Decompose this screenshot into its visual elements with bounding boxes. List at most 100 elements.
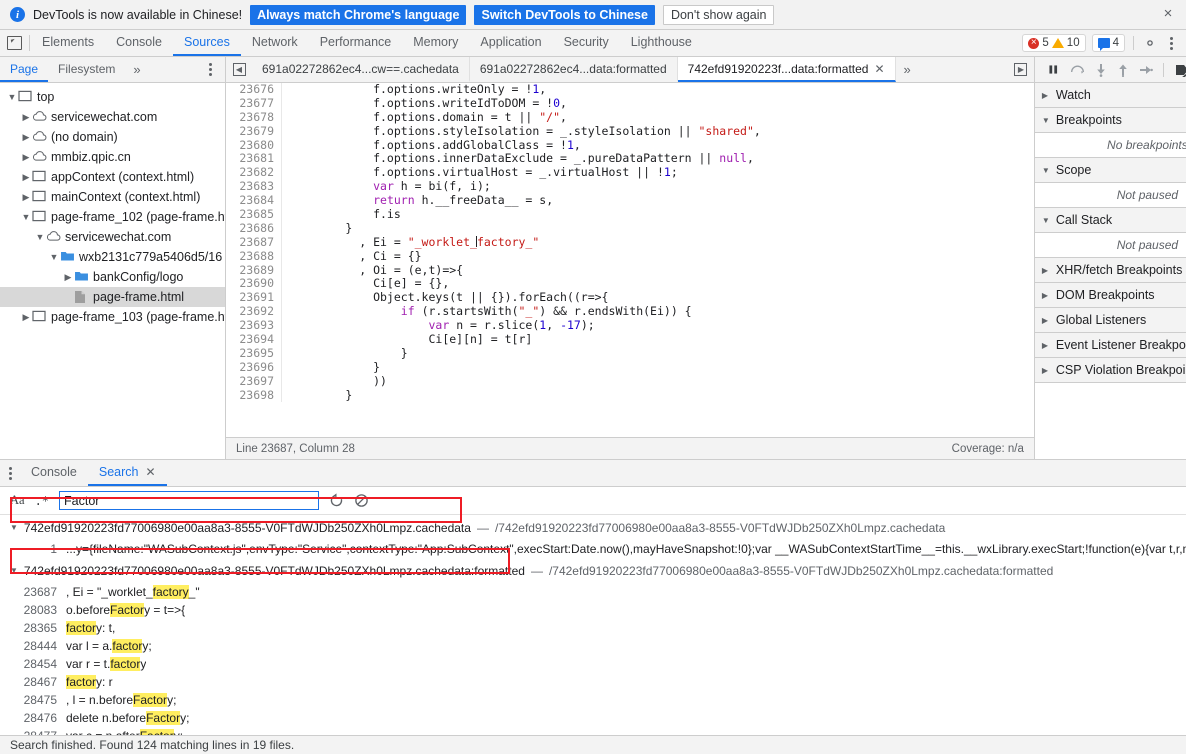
code-line[interactable]: 23692 if (r.startsWith("_") && r.endsWit… <box>226 304 1034 320</box>
file-tree-item[interactable]: ▶ page-frame_103 (page-frame.htm <box>0 307 225 327</box>
tab-console[interactable]: Console <box>105 30 173 56</box>
code-line[interactable]: 23694 Ci[e][n] = t[r] <box>226 332 1034 347</box>
search-result-line[interactable]: 28444 var l = a.factory; <box>0 637 1186 655</box>
code-line[interactable]: 23682 f.options.virtualHost = _.virtualH… <box>226 165 1034 181</box>
chevron-right-icon[interactable]: ▶ <box>62 272 74 283</box>
code-line[interactable]: 23691 Object.keys(t || {}).forEach((r=>{ <box>226 290 1034 306</box>
file-tree-item[interactable]: ▶ servicewechat.com <box>0 107 225 127</box>
search-result-line[interactable]: 28083 o.beforeFactory = t=>{ <box>0 601 1186 619</box>
chevron-down-icon[interactable]: ▼ <box>10 523 18 532</box>
file-tree-item[interactable]: ▼ top <box>0 87 225 107</box>
regex-toggle[interactable]: .* <box>35 494 49 508</box>
code-line[interactable]: 23680 f.options.addGlobalClass = !1, <box>226 138 1034 153</box>
dont-show-again-button[interactable]: Don't show again <box>662 4 775 25</box>
tab-sources[interactable]: Sources <box>172 30 241 56</box>
chevron-down-icon[interactable]: ▼ <box>6 92 18 102</box>
file-tree-item[interactable]: ▶ bankConfig/logo <box>0 267 225 287</box>
file-tree-item[interactable]: ▼ wxb2131c779a5406d5/16 <box>0 247 225 267</box>
code-line[interactable]: 23684 return h.__freeData__ = s, <box>226 193 1034 209</box>
gear-icon[interactable] <box>1142 35 1158 51</box>
search-result-line[interactable]: 28454 var r = t.factory <box>0 655 1186 673</box>
code-line[interactable]: 23681 f.options.innerDataExclude = _.pur… <box>226 152 1034 167</box>
file-tree-item[interactable]: ▼ servicewechat.com <box>0 227 225 247</box>
step-out-icon[interactable] <box>1117 63 1129 77</box>
chevron-down-icon[interactable]: ▼ <box>20 212 32 222</box>
navigator-tab-page[interactable]: Page <box>0 57 49 82</box>
step-over-icon[interactable] <box>1070 63 1085 76</box>
search-result-file[interactable]: ▼ 742efd91920223fd77006980e00aa8a3-8555-V… <box>0 558 1186 583</box>
tab-memory[interactable]: Memory <box>402 30 469 56</box>
drawer-kebab-menu-icon[interactable] <box>0 460 20 486</box>
code-line[interactable]: 23685 f.is <box>226 207 1034 222</box>
debugger-section-header[interactable]: ▼ Call Stack <box>1034 208 1186 233</box>
always-match-language-button[interactable]: Always match Chrome's language <box>250 4 467 25</box>
file-tree-item[interactable]: ▶ mainContext (context.html) <box>0 187 225 207</box>
debugger-section-header[interactable]: ▶ XHR/fetch Breakpoints <box>1034 258 1186 283</box>
close-icon[interactable]: ✕ <box>874 62 884 76</box>
tab-lighthouse[interactable]: Lighthouse <box>620 30 703 56</box>
chevron-down-icon[interactable]: ▼ <box>48 252 60 262</box>
refresh-icon[interactable] <box>329 493 344 508</box>
code-line[interactable]: 23678 f.options.domain = t || "/", <box>226 110 1034 125</box>
code-line[interactable]: 23677 f.options.writeIdToDOM = !0, <box>226 96 1034 111</box>
editor-tabs-overflow-icon[interactable]: » <box>896 57 919 82</box>
debugger-section-header[interactable]: ▶ Event Listener Breakpoints <box>1034 333 1186 358</box>
tab-performance[interactable]: Performance <box>309 30 403 56</box>
messages-counter[interactable]: 4 <box>1091 34 1125 52</box>
deactivate-breakpoints-icon[interactable] <box>1174 63 1186 77</box>
panel-right-icon[interactable]: ▶ <box>1008 63 1034 76</box>
navigator-tab-filesystem[interactable]: Filesystem <box>48 57 125 82</box>
code-line[interactable]: 23688 , Ci = {} <box>226 249 1034 264</box>
tab-application[interactable]: Application <box>469 30 552 56</box>
search-result-line[interactable]: 28476 delete n.beforeFactory; <box>0 709 1186 727</box>
tab-network[interactable]: Network <box>241 30 309 56</box>
search-result-line[interactable]: 23687 , Ei = "_worklet_factory_" <box>0 583 1186 601</box>
code-line[interactable]: 23695 } <box>226 346 1034 361</box>
clear-icon[interactable] <box>354 493 369 508</box>
search-result-line[interactable]: 28467 factory: r <box>0 673 1186 691</box>
step-icon[interactable] <box>1139 64 1153 76</box>
code-line[interactable]: 23686 } <box>226 221 1034 236</box>
code-line[interactable]: 23676 f.options.writeOnly = !1, <box>226 83 1034 97</box>
issues-counter[interactable]: 5 10 <box>1022 34 1086 52</box>
code-editor[interactable]: 23676 f.options.writeOnly = !1, 23677 f.o… <box>226 83 1034 437</box>
debugger-section-header[interactable]: ▶ Global Listeners <box>1034 308 1186 333</box>
chevron-down-icon[interactable]: ▼ <box>34 232 46 242</box>
editor-tab-2[interactable]: 742efd91920223f...data:formatted ✕ <box>677 57 896 82</box>
debugger-section-header[interactable]: ▼ Breakpoints <box>1034 108 1186 133</box>
code-line[interactable]: 23689 , Oi = (e,t)=>{ <box>226 263 1034 278</box>
search-result-line[interactable]: 1 ...y={fileName:"WASubContext.js",envTyp… <box>0 540 1186 558</box>
chevron-right-icon[interactable]: ▶ <box>20 152 32 163</box>
step-into-icon[interactable] <box>1095 63 1107 77</box>
close-icon[interactable]: ✕ <box>145 465 155 479</box>
tab-elements[interactable]: Elements <box>31 30 105 56</box>
chevron-right-icon[interactable]: ▶ <box>20 312 32 323</box>
search-result-line[interactable]: 28365 factory: t, <box>0 619 1186 637</box>
debugger-section-header[interactable]: ▶ CSP Violation Breakpoints <box>1034 358 1186 383</box>
file-tree-item[interactable]: ▶ appContext (context.html) <box>0 167 225 187</box>
code-line[interactable]: 23679 f.options.styleIsolation = _.style… <box>226 124 1034 139</box>
match-case-toggle[interactable]: Aa <box>10 493 25 508</box>
code-line[interactable]: 23687 , Ei = "_worklet_factory_" <box>226 235 1034 250</box>
resume-script-icon[interactable] <box>1047 63 1060 76</box>
search-result-line[interactable]: 28477var c = n.afterFactory; <box>0 727 1186 735</box>
code-line[interactable]: 23690 Ci[e] = {}, <box>226 277 1034 292</box>
search-result-line[interactable]: 28475 , l = n.beforeFactory; <box>0 691 1186 709</box>
chevron-down-icon[interactable]: ▼ <box>10 566 18 575</box>
file-tree-item[interactable]: page-frame.html <box>0 287 225 307</box>
drawer-tab-search[interactable]: Search ✕ <box>87 460 167 486</box>
chevron-right-icon[interactable]: ▶ <box>20 132 32 143</box>
chevron-right-icon[interactable]: ▶ <box>20 192 32 203</box>
search-results[interactable]: ▼ 742efd91920223fd77006980e00aa8a3-8555-V… <box>0 515 1186 735</box>
drawer-tab-console[interactable]: Console <box>20 460 88 486</box>
code-line[interactable]: 23698 } <box>226 388 1034 403</box>
switch-to-chinese-button[interactable]: Switch DevTools to Chinese <box>474 4 655 25</box>
debugger-section-header[interactable]: ▶ Watch <box>1034 83 1186 108</box>
debugger-section-header[interactable]: ▼ Scope <box>1034 158 1186 183</box>
file-tree-item[interactable]: ▶ mmbiz.qpic.cn <box>0 147 225 167</box>
inspect-element-icon[interactable] <box>0 30 28 56</box>
file-tree-item[interactable]: ▶ (no domain) <box>0 127 225 147</box>
editor-tab-0[interactable]: 691a02272862ec4...cw==.cachedata <box>252 57 470 82</box>
chevron-double-right-icon[interactable]: » <box>125 57 148 82</box>
code-line[interactable]: 23683 var h = bi(f, i); <box>226 179 1034 195</box>
